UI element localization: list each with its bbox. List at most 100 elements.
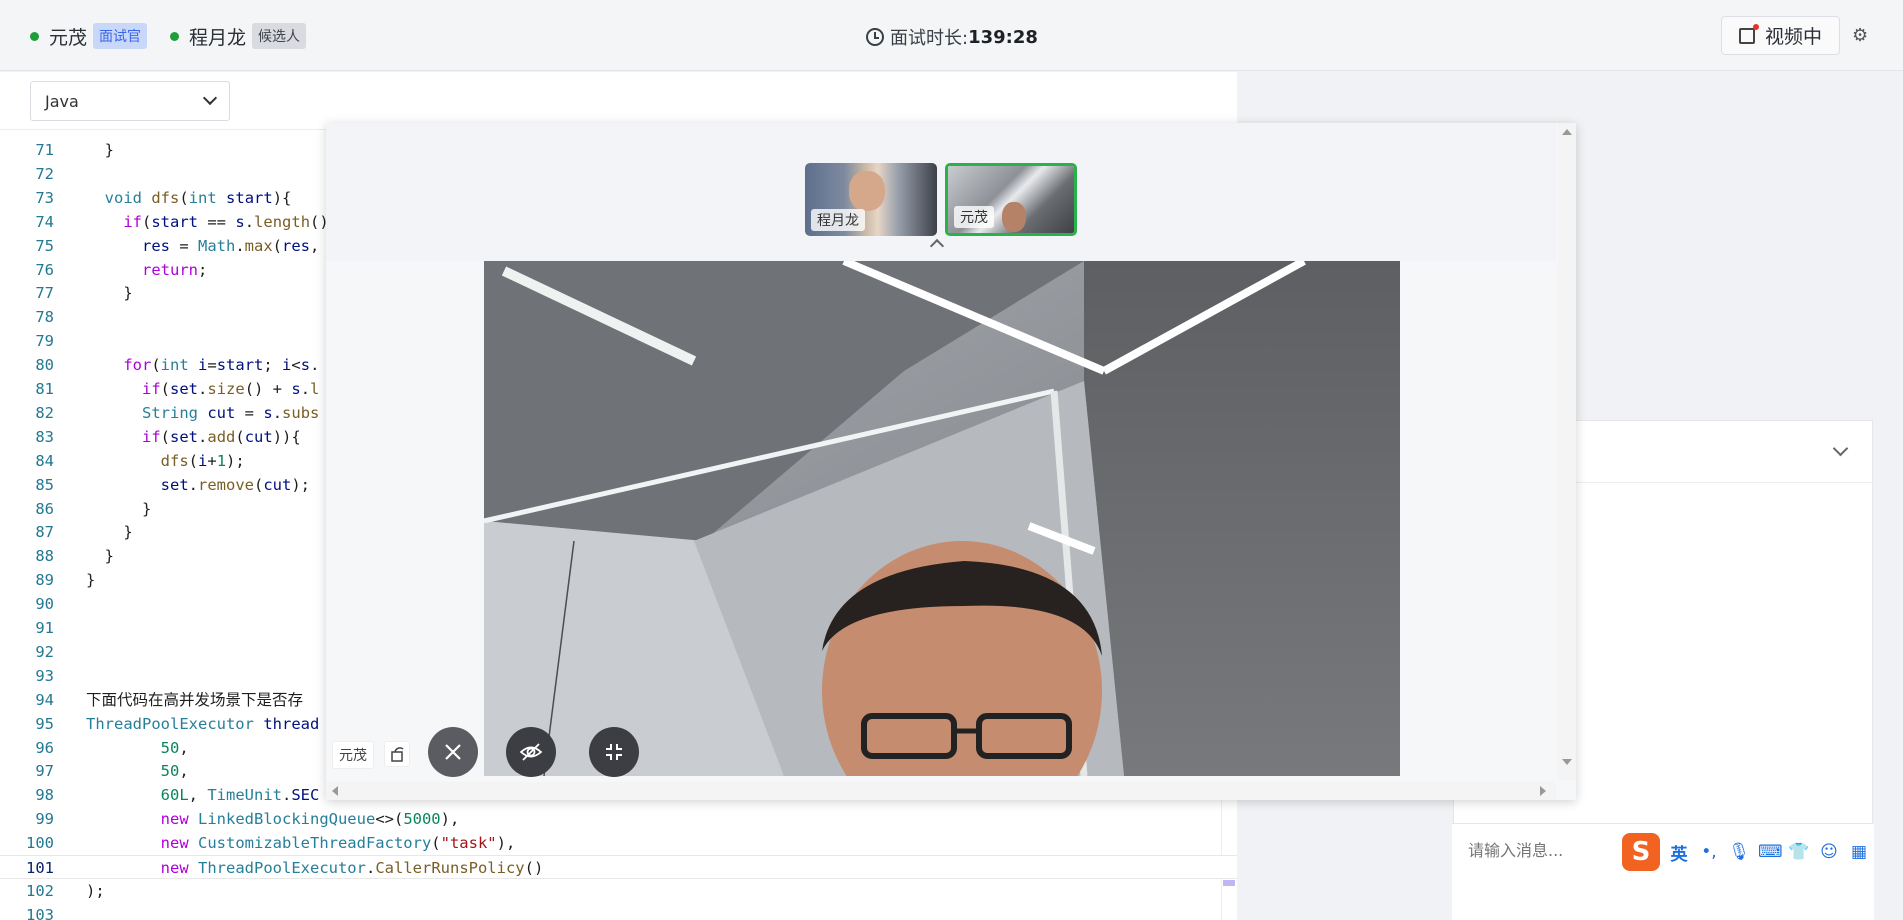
hide-video-button[interactable] xyxy=(506,727,556,777)
code-text: } xyxy=(86,499,152,518)
line-number: 72 xyxy=(35,164,54,183)
line-number: 76 xyxy=(35,260,54,279)
code-text: for(int i=start; i<s. xyxy=(123,356,320,375)
scroll-down-icon[interactable] xyxy=(1562,759,1572,765)
shrink-icon xyxy=(606,744,622,760)
line-number: 97 xyxy=(35,762,54,781)
minimize-video-button[interactable] xyxy=(589,727,639,777)
eye-off-icon xyxy=(519,743,543,761)
code-text: if(start == s.length() xyxy=(123,212,329,231)
line-number: 83 xyxy=(35,427,54,446)
code-text: 50, xyxy=(160,762,189,781)
code-text: 下面代码在高并发场景下是否存 xyxy=(86,690,304,709)
close-video-button[interactable] xyxy=(428,727,478,777)
line-number: 86 xyxy=(35,499,54,518)
line-number: 85 xyxy=(35,475,54,494)
code-text: ThreadPoolExecutor thread xyxy=(86,714,320,733)
participant-interviewer: 元茂 面试官 xyxy=(30,22,148,50)
line-number: 78 xyxy=(35,308,54,327)
video-thumbnail-candidate[interactable]: 程月龙 xyxy=(805,163,937,236)
line-number: 82 xyxy=(35,403,54,422)
robot-icon[interactable]: ☺ xyxy=(1818,842,1840,862)
keyboard-icon[interactable]: ⌨ xyxy=(1758,842,1783,862)
line-number: 87 xyxy=(35,523,54,542)
code-text: if(set.add(cut)){ xyxy=(142,427,301,446)
code-text: res = Math.max(res, xyxy=(142,236,320,255)
code-text: if(set.size() + s.l xyxy=(142,380,320,398)
line-number: 71 xyxy=(35,141,54,159)
line-number: 84 xyxy=(35,451,54,470)
skin-icon[interactable]: 👕 xyxy=(1788,842,1810,862)
code-text: new ThreadPoolExecutor.CallerRunsPolicy(… xyxy=(160,859,544,877)
editor-toolbar: Java xyxy=(0,72,1237,130)
overlay-vertical-scrollbar[interactable] xyxy=(1558,123,1576,780)
chevron-down-icon[interactable] xyxy=(1832,440,1849,457)
clock-icon xyxy=(866,28,884,46)
ime-toolbar: S 英 •, 🎙 ⌨ 👕 ☺ ▦ xyxy=(1622,832,1903,872)
participant-candidate: 程月龙 候选人 xyxy=(170,22,307,50)
line-number: 77 xyxy=(35,284,54,303)
thumbnail-label: 元茂 xyxy=(954,206,994,228)
chevron-up-icon[interactable] xyxy=(929,238,945,254)
main-video-feed xyxy=(484,261,1400,776)
line-number: 73 xyxy=(35,188,54,207)
main-video-image xyxy=(484,261,1400,776)
code-text: 60L, TimeUnit.SEC xyxy=(160,786,320,805)
line-number: 90 xyxy=(35,595,54,614)
chevron-down-icon xyxy=(202,90,218,106)
line-number: 91 xyxy=(35,619,54,637)
line-number: 101 xyxy=(26,859,54,877)
video-name-tag: 元茂 xyxy=(332,741,374,769)
code-text: } xyxy=(86,284,133,303)
code-line[interactable]: 99 new LinkedBlockingQueue<>(5000), xyxy=(0,807,1237,831)
line-number: 98 xyxy=(35,786,54,805)
microphone-icon[interactable]: 🎙 xyxy=(1728,842,1750,862)
video-status-button[interactable]: 视频中 xyxy=(1721,16,1840,55)
scroll-left-icon[interactable] xyxy=(332,786,338,796)
code-text: new CustomizableThreadFactory("task"), xyxy=(160,834,516,853)
line-number: 96 xyxy=(35,738,54,757)
line-number: 94 xyxy=(35,690,54,709)
line-number: 80 xyxy=(35,356,54,375)
candidate-face xyxy=(849,171,885,211)
scroll-up-icon[interactable] xyxy=(1562,129,1572,135)
language-value: Java xyxy=(45,91,79,111)
language-select[interactable]: Java xyxy=(30,81,230,121)
line-number: 103 xyxy=(26,905,54,920)
code-text: return; xyxy=(142,260,208,279)
overlay-horizontal-scrollbar[interactable] xyxy=(326,782,1556,800)
close-icon xyxy=(445,744,461,760)
ime-logo[interactable]: S xyxy=(1622,833,1660,871)
timer-label: 面试时长: xyxy=(890,28,969,49)
line-number: 92 xyxy=(35,642,54,661)
code-line[interactable]: 102); xyxy=(0,879,1237,903)
chat-message-input[interactable] xyxy=(1468,838,1648,862)
line-number: 99 xyxy=(35,810,54,829)
code-text: 50, xyxy=(160,738,189,757)
gear-icon[interactable]: ⚙ xyxy=(1852,27,1870,45)
video-thumbnail-interviewer[interactable]: 元茂 xyxy=(945,163,1077,236)
code-line[interactable]: 100 new CustomizableThreadFactory("task"… xyxy=(0,831,1237,855)
thumbnail-label: 程月龙 xyxy=(811,209,865,231)
line-number: 102 xyxy=(26,881,54,900)
top-bar: 元茂 面试官 程月龙 候选人 面试时长: 139:28 视频中 ⚙ xyxy=(0,0,1903,71)
rotate-icon[interactable] xyxy=(384,741,410,767)
role-badge: 面试官 xyxy=(93,23,148,49)
online-status-dot xyxy=(170,31,179,41)
ime-mode-toggle[interactable]: 英 xyxy=(1668,840,1690,865)
code-text: } xyxy=(86,547,114,566)
code-line[interactable]: 103 xyxy=(0,903,1237,920)
line-number: 81 xyxy=(35,380,54,398)
code-text: } xyxy=(86,523,133,542)
code-text: String cut = s.subs xyxy=(142,403,320,422)
code-line[interactable]: 101 new ThreadPoolExecutor.CallerRunsPol… xyxy=(0,855,1237,879)
code-text: set.remove(cut); xyxy=(160,475,311,494)
line-number: 93 xyxy=(35,666,54,685)
scroll-right-icon[interactable] xyxy=(1540,786,1546,796)
participant-name: 程月龙 xyxy=(189,26,247,49)
line-number: 74 xyxy=(35,212,54,231)
app-root: { "header": { "participants": [ {"name":… xyxy=(0,0,1903,920)
code-text: void dfs(int start){ xyxy=(104,188,292,207)
punctuation-icon[interactable]: •, xyxy=(1698,842,1720,862)
grid-icon[interactable]: ▦ xyxy=(1848,842,1870,862)
